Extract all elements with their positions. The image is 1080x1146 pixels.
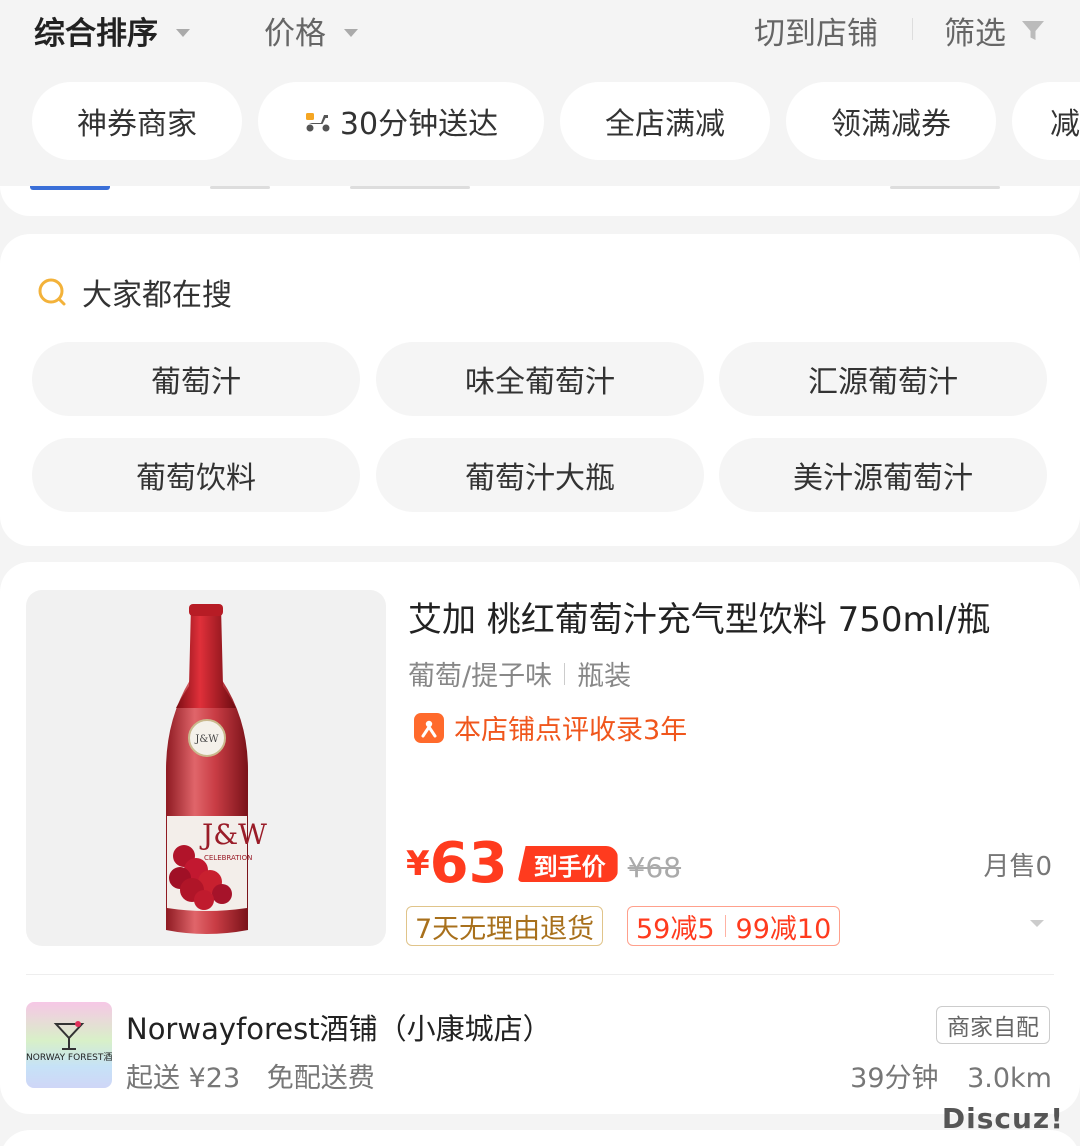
- final-price: 63: [429, 831, 508, 896]
- shop-logo-text: NORWAY FOREST酒铺: [26, 1053, 112, 1063]
- filter-button[interactable]: 筛选: [944, 8, 1046, 53]
- chip-store-discount[interactable]: 全店满减: [560, 82, 770, 160]
- sort-label: 综合排序: [34, 16, 158, 52]
- chip-coupon-merchant[interactable]: 神券商家: [32, 82, 242, 160]
- tag-label: 葡萄饮料: [136, 461, 256, 496]
- spec-flavor: 葡萄/提子味: [408, 661, 553, 692]
- divider: [724, 915, 726, 937]
- hot-search-tag[interactable]: 葡萄饮料: [32, 438, 360, 512]
- delivery-time: 39分钟: [850, 1063, 939, 1094]
- hot-search-tag[interactable]: 葡萄汁大瓶: [376, 438, 704, 512]
- discount-tier: 59减5: [636, 913, 715, 945]
- wine-bottle-icon: J&W J&W CELEBRATION: [166, 604, 267, 934]
- original-price: ¥68: [627, 851, 682, 884]
- decorative-strip: [210, 186, 270, 189]
- distance: 3.0km: [967, 1063, 1052, 1094]
- hot-search-tag[interactable]: 葡萄汁: [32, 342, 360, 416]
- bottle-sublabel-text: CELEBRATION: [204, 854, 252, 862]
- sort-price-button[interactable]: 价格: [264, 8, 358, 53]
- min-order: 起送 ¥23: [126, 1063, 241, 1094]
- discount-tier: 99减10: [735, 913, 832, 945]
- bottle-label-text: J&W: [199, 818, 267, 851]
- chip-30min-delivery[interactable]: 30分钟送达: [258, 82, 544, 160]
- switch-to-shop-button[interactable]: 切到店铺: [754, 8, 878, 53]
- expand-promotions-icon[interactable]: [1030, 920, 1044, 927]
- cocktail-icon: [53, 1021, 85, 1050]
- next-card-edge: [0, 1130, 1080, 1146]
- price-sort-label: 价格: [264, 16, 326, 52]
- tag-label: 葡萄汁: [151, 365, 241, 400]
- sort-bar: 综合排序 价格 切到店铺 筛选: [0, 0, 1080, 62]
- final-price-tag: 到手价: [517, 846, 618, 882]
- chip-label: 领满减券: [831, 107, 951, 142]
- shop-name[interactable]: Norwayforest酒铺（小康城店）: [126, 1006, 552, 1048]
- divider: [26, 974, 1054, 975]
- dianping-icon: [414, 712, 444, 743]
- review-note-text: 本店铺点评收录3年: [454, 715, 688, 746]
- hot-search-tag[interactable]: 汇源葡萄汁: [719, 342, 1047, 416]
- previous-card-edge: [0, 186, 1080, 216]
- bottle-medallion-text: J&W: [194, 734, 219, 745]
- product-title[interactable]: 艾加 桃红葡萄汁充气型饮料 750ml/瓶: [408, 592, 991, 641]
- hot-search-header: 大家都在搜: [36, 270, 232, 314]
- hot-search-tag[interactable]: 美汁源葡萄汁: [719, 438, 1047, 512]
- review-note: 本店铺点评收录3年: [414, 708, 687, 747]
- tag-label: 美汁源葡萄汁: [793, 461, 973, 496]
- scooter-icon: [305, 113, 330, 132]
- product-image[interactable]: J&W J&W CELEBRATION: [26, 590, 386, 946]
- filter-funnel-icon: [1022, 20, 1044, 40]
- tag-label: 味全葡萄汁: [465, 365, 615, 400]
- sort-comprehensive-button[interactable]: 综合排序: [34, 8, 190, 53]
- watermark: Discuz!: [941, 1102, 1064, 1135]
- hot-search-tag[interactable]: 味全葡萄汁: [376, 342, 704, 416]
- chip-label: 30分钟送达: [339, 107, 499, 142]
- search-icon: [38, 278, 66, 306]
- spec-package: 瓶装: [577, 661, 632, 692]
- decorative-strip: [30, 186, 110, 190]
- hot-search-card: 大家都在搜 葡萄汁 味全葡萄汁 汇源葡萄汁 葡萄饮料 葡萄汁大瓶 美汁源葡萄汁: [0, 234, 1080, 546]
- chip-label: 神券商家: [77, 107, 197, 142]
- currency-symbol: ¥: [406, 844, 430, 884]
- hot-search-title: 大家都在搜: [82, 278, 232, 313]
- return-policy-badge: 7天无理由退货: [406, 906, 604, 946]
- chip-discount-more[interactable]: 减: [1012, 82, 1080, 160]
- delivery-type-badge: 商家自配: [936, 1006, 1050, 1044]
- filter-label: 筛选: [944, 16, 1006, 52]
- switch-shop-label: 切到店铺: [754, 16, 878, 52]
- decorative-strip: [890, 186, 1000, 189]
- decorative-strip: [350, 186, 470, 189]
- tag-label: 汇源葡萄汁: [808, 365, 958, 400]
- monthly-sales: 月售0: [983, 852, 1052, 882]
- chip-label: 减: [1050, 107, 1080, 142]
- delivery-fee: 免配送费: [266, 1063, 375, 1094]
- chip-label: 全店满减: [605, 107, 725, 142]
- chip-claim-coupon[interactable]: 领满减券: [786, 82, 996, 160]
- chevron-down-icon: [176, 28, 190, 37]
- shop-eta: 39分钟 3.0km: [830, 1056, 1052, 1095]
- tag-label: 葡萄汁大瓶: [465, 461, 615, 496]
- chevron-down-icon: [344, 28, 358, 37]
- shop-logo[interactable]: NORWAY FOREST酒铺: [26, 1002, 112, 1088]
- price-row: ¥ 63 到手价 ¥68: [406, 824, 681, 894]
- shop-delivery-info: 起送 ¥23 免配送费: [126, 1056, 393, 1095]
- product-card[interactable]: J&W J&W CELEBRATION 艾加 桃红葡萄汁充气型饮料 750ml/…: [0, 562, 1080, 1114]
- product-spec: 葡萄/提子味 瓶装: [408, 654, 631, 693]
- divider: [564, 662, 566, 685]
- discount-badge: 59减5 99减10: [627, 906, 841, 946]
- divider: [912, 18, 913, 40]
- quick-filter-chips: 神券商家 30分钟送达 全店满减 领满减券 减: [0, 82, 1080, 162]
